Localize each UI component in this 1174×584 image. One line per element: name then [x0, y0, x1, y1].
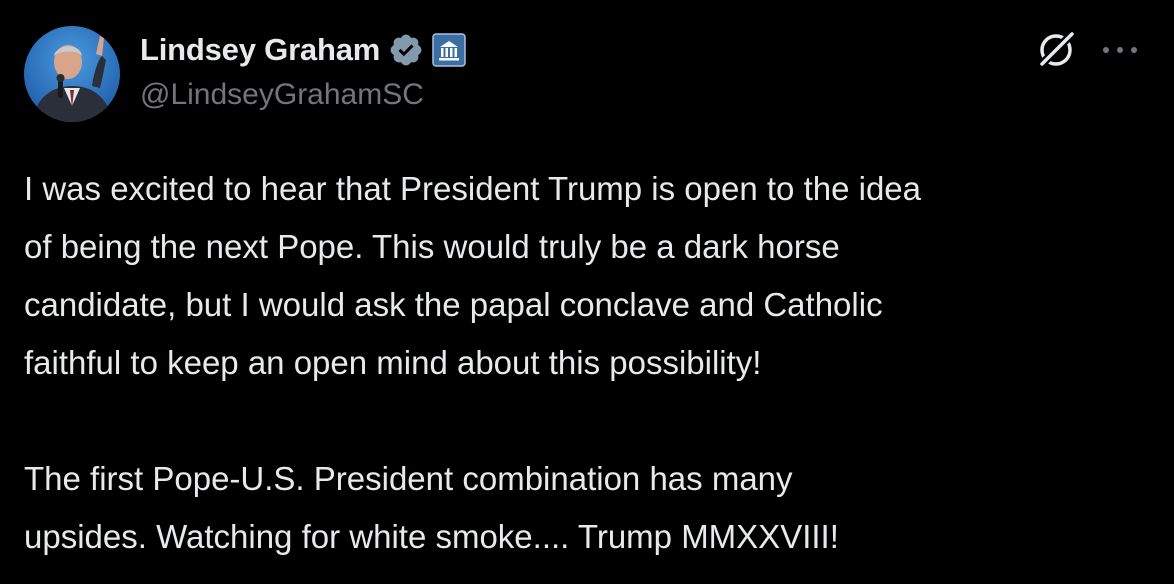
author-name-row: Lindsey Graham: [140, 26, 466, 74]
avatar[interactable]: [24, 26, 120, 122]
tweet-line: The first Pope-U.S. President combinatio…: [24, 460, 793, 497]
tweet-line: candidate, but I would ask the papal con…: [24, 286, 883, 323]
tweet-paragraph-2: The first Pope-U.S. President combinatio…: [24, 450, 1154, 566]
author-handle[interactable]: @LindseyGrahamSC: [140, 78, 424, 112]
verified-badge-icon[interactable]: [388, 32, 424, 68]
more-options-icon[interactable]: [1098, 36, 1142, 64]
tweet-line: of being the next Pope. This would truly…: [24, 228, 840, 265]
author-display-name[interactable]: Lindsey Graham: [140, 32, 380, 68]
tweet-paragraph-1: I was excited to hear that President Tru…: [24, 160, 1154, 392]
tweet-card: Lindsey Graham @LindseyGrahamSC I was ex…: [0, 0, 1174, 584]
tweet-line: I was excited to hear that President Tru…: [24, 170, 922, 207]
tweet-line: faithful to keep an open mind about this…: [24, 344, 762, 381]
government-building-icon[interactable]: [432, 33, 466, 67]
tweet-text: I was excited to hear that President Tru…: [24, 160, 1154, 566]
grok-icon[interactable]: [1034, 28, 1078, 72]
tweet-line: upsides. Watching for white smoke.... Tr…: [24, 518, 839, 555]
